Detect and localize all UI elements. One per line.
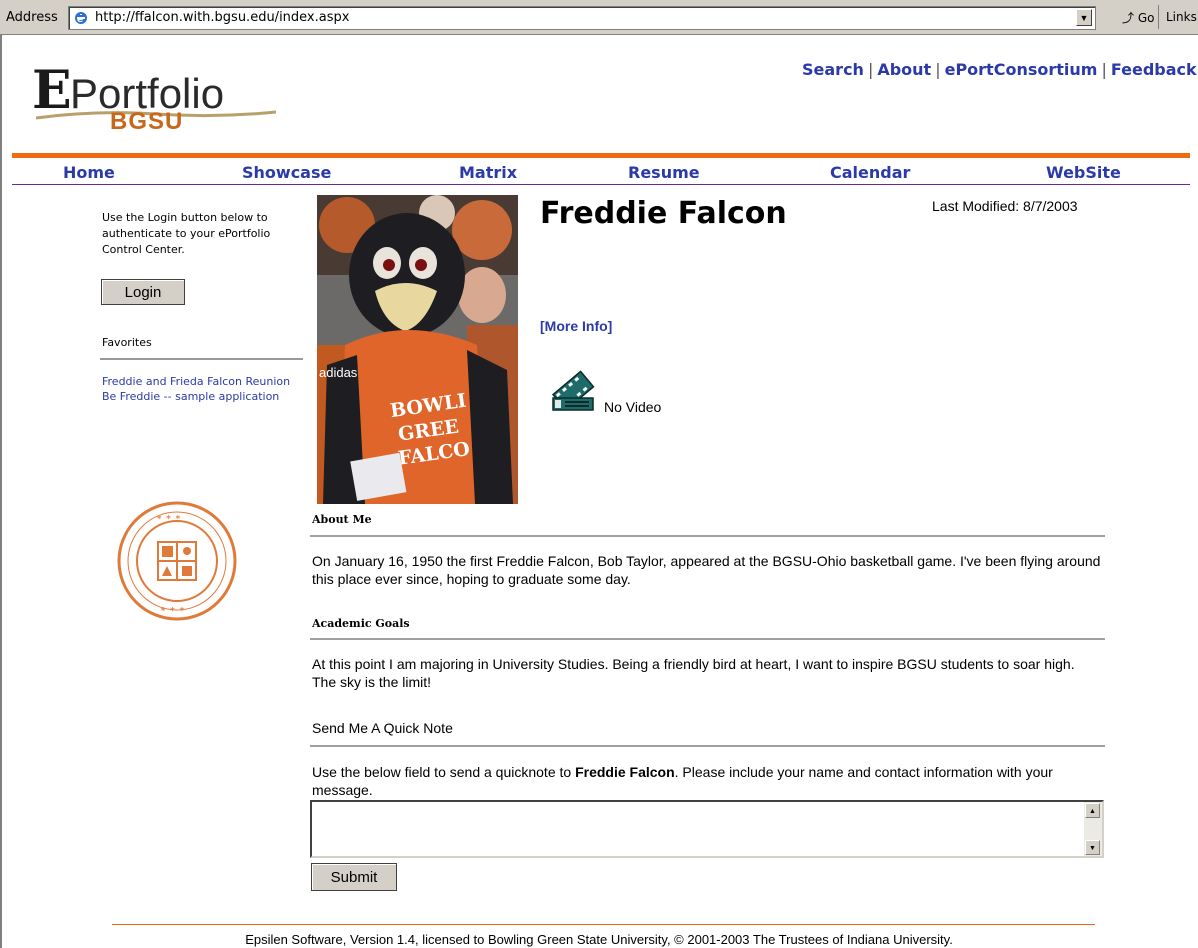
university-seal-image: ∗ ∗ ∗ ∗ ∗ ∗	[117, 501, 237, 621]
nav-calendar[interactable]: Calendar	[830, 163, 910, 182]
favorites-title: Favorites	[102, 336, 152, 349]
nav-showcase[interactable]: Showcase	[242, 163, 331, 182]
scroll-up-icon[interactable]: ▲	[1085, 803, 1100, 818]
login-instructions: Use the Login button below to authentica…	[102, 211, 271, 256]
window-border	[0, 35, 2, 948]
toolbar-separator	[1158, 5, 1159, 29]
quicknote-title: Send Me A Quick Note	[312, 720, 453, 736]
instructions-text: Use the below field to send a quicknote …	[312, 764, 576, 780]
nav-resume[interactable]: Resume	[628, 163, 700, 182]
link-separator: |	[1101, 60, 1107, 79]
svg-text:∗ ∗ ∗: ∗ ∗ ∗	[156, 513, 181, 523]
link-separator: |	[935, 60, 941, 79]
svg-text:adidas: adidas	[319, 365, 358, 380]
nav-divider	[12, 184, 1190, 185]
nav-matrix[interactable]: Matrix	[459, 163, 517, 182]
svg-text:e: e	[77, 15, 83, 25]
search-link[interactable]: Search	[802, 60, 864, 79]
about-link[interactable]: About	[877, 60, 931, 79]
go-arrow-icon: ⤴	[1122, 11, 1135, 25]
video-status: No Video	[604, 399, 662, 415]
nav-top-bar	[12, 153, 1190, 158]
address-label: Address	[6, 10, 58, 25]
top-links: Search | About | ePortConsortium | Feedback	[802, 60, 1197, 79]
favorite-link[interactable]: Freddie and Frieda Falcon Reunion	[102, 374, 302, 389]
eportconsortium-link[interactable]: ePortConsortium	[945, 60, 1098, 79]
go-label: Go	[1137, 11, 1155, 25]
page-title: Freddie Falcon	[540, 196, 787, 231]
chevron-down-icon[interactable]: ▼	[1076, 9, 1092, 26]
instructions-name: Freddie Falcon	[575, 764, 675, 780]
goals-body: At this point I am majoring in Universit…	[312, 656, 1075, 690]
svg-text:∗ ∗ ∗: ∗ ∗ ∗	[160, 605, 185, 615]
main-nav: Home Showcase Matrix Resume Calendar Web…	[12, 160, 1190, 182]
login-button[interactable]: Login	[101, 279, 185, 305]
address-url[interactable]: http://ffalcon.with.bgsu.edu/index.aspx	[95, 10, 349, 25]
goals-title: Academic Goals	[312, 617, 410, 630]
favorites-divider	[100, 358, 303, 361]
footer-divider	[112, 924, 1095, 925]
goals-divider	[310, 638, 1105, 641]
ie-page-icon: e	[73, 10, 89, 26]
about-divider	[310, 535, 1105, 538]
scroll-down-icon[interactable]: ▼	[1085, 840, 1100, 855]
nav-website[interactable]: WebSite	[1046, 163, 1121, 182]
links-button[interactable]: Links	[1166, 10, 1197, 24]
logo-letter: E	[32, 60, 72, 121]
link-separator: |	[867, 60, 874, 79]
quicknote-instructions: Use the below field to send a quicknote …	[312, 763, 1102, 799]
address-bar: Address e http://ffalcon.with.bgsu.edu/i…	[0, 0, 1198, 35]
eportfolio-logo[interactable]: E Portfolio BGSU	[32, 60, 282, 160]
about-title: About Me	[312, 513, 372, 526]
go-button[interactable]: ⤴ Go	[1122, 9, 1154, 26]
feedback-link[interactable]: Feedback	[1111, 60, 1197, 79]
logo-school: BGSU	[110, 108, 184, 135]
favorite-link[interactable]: Be Freddie -- sample application	[102, 389, 302, 404]
quicknote-textarea[interactable]: ▲ ▼	[310, 800, 1104, 858]
film-icon[interactable]	[551, 368, 597, 412]
address-field[interactable]: e http://ffalcon.with.bgsu.edu/index.asp…	[68, 6, 1096, 30]
about-body: On January 16, 1950 the first Freddie Fa…	[312, 553, 1101, 587]
nav-home[interactable]: Home	[63, 163, 115, 182]
quicknote-divider	[310, 745, 1105, 748]
more-info-link[interactable]: [More Info]	[540, 318, 612, 334]
footer-text: Epsilen Software, Version 1.4, licensed …	[245, 932, 953, 947]
submit-button[interactable]: Submit	[311, 863, 397, 891]
favorites-list: Freddie and Frieda Falcon Reunion Be Fre…	[102, 374, 302, 404]
last-modified: Last Modified: 8/7/2003	[932, 198, 1078, 214]
textarea-scrollbar[interactable]: ▲ ▼	[1084, 802, 1102, 856]
profile-photo-image: BOWLI GREE FALCO adidas	[317, 195, 518, 504]
